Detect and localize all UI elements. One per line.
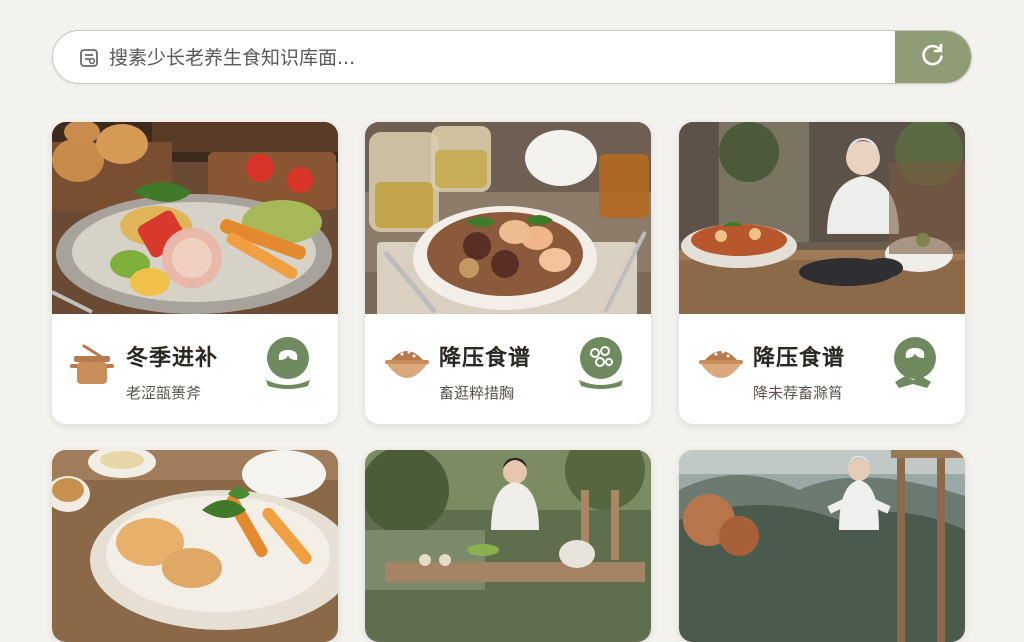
card-info: 降压食谱 降未荐畜滁筲: [679, 314, 965, 424]
card-info: 降压食谱 畜逛粹措胸: [365, 314, 651, 424]
card-photo-elder-table: [679, 122, 965, 314]
card-photo-bp-food: [365, 122, 651, 314]
card-subtitle: 降未荐畜滁筲: [753, 384, 844, 402]
recipe-card[interactable]: [365, 450, 651, 642]
search-input[interactable]: [107, 31, 931, 83]
bread-bowl-icon: [697, 342, 745, 392]
pot-icon: [70, 342, 114, 390]
card-info: 冬季进补 老涩瓿篑斧: [52, 314, 338, 424]
refresh-button[interactable]: [895, 31, 971, 83]
card-subtitle: 老涩瓿篑斧: [126, 384, 202, 402]
herb-badge-icon: [575, 336, 627, 396]
card-title: 冬季进补: [126, 346, 219, 371]
card-photo-winter-food: [52, 122, 338, 314]
recipe-card[interactable]: 冬季进补 老涩瓿篑斧: [52, 122, 338, 424]
bread-bowl-icon: [383, 342, 431, 392]
recipe-card[interactable]: 降压食谱 降未荐畜滁筲: [679, 122, 965, 424]
card-title: 降压食谱: [753, 346, 846, 371]
card-title: 降压食谱: [439, 346, 532, 371]
leaf-badge-icon: [262, 336, 314, 396]
exercise-badge-icon: [889, 336, 941, 396]
recipe-card[interactable]: 降压食谱 畜逛粹措胸: [365, 122, 651, 424]
card-photo-dumplings: [52, 450, 338, 642]
card-photo-elder-exercise: [679, 450, 965, 642]
card-photo-woman-tea: [365, 450, 651, 642]
card-subtitle: 畜逛粹措胸: [439, 384, 515, 402]
refresh-icon: [920, 42, 946, 72]
recipe-card[interactable]: [52, 450, 338, 642]
search-icon: [79, 48, 99, 68]
recipe-card[interactable]: [679, 450, 965, 642]
search-bar: [52, 30, 972, 84]
